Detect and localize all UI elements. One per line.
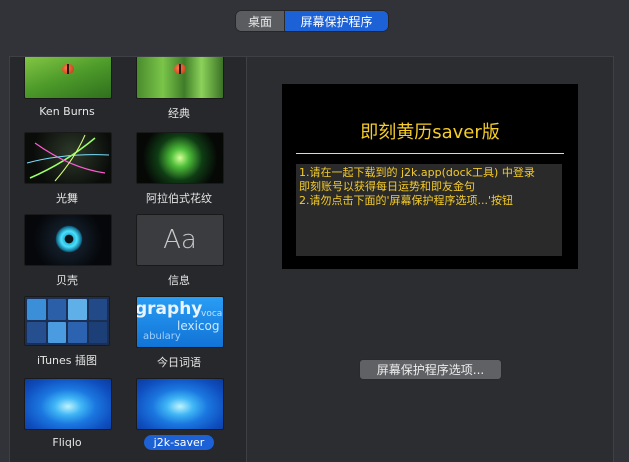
selected-label-pill: j2k-saver: [143, 435, 215, 450]
saver-label: 阿拉伯式花纹: [146, 192, 212, 205]
screensaver-list[interactable]: Ken Burns 经典 光舞 阿拉伯式花纹 贝壳 Aa 信息 iTunes 插…: [10, 57, 247, 462]
screensaver-options-button[interactable]: 屏幕保护程序选项...: [359, 359, 502, 380]
thumb-word: abulary: [143, 331, 181, 342]
tab-segmented-control: 桌面 屏幕保护程序: [236, 11, 388, 31]
thumb-word: lexicog: [177, 319, 220, 333]
preview-line: 1.请在一起下载到的 j2k.app(dock工具) 中登录: [299, 166, 535, 179]
shell-thumbnail: [24, 214, 112, 266]
saver-item-message[interactable]: Aa 信息: [133, 214, 225, 288]
preview-divider: [296, 153, 564, 154]
message-aa-text: Aa: [163, 225, 197, 255]
saver-label: Ken Burns: [39, 105, 95, 118]
ken-burns-thumbnail: [24, 57, 112, 99]
flurry-thumbnail: [24, 132, 112, 184]
preview-line: 即刻账号以获得每日运势和即友金句: [299, 180, 475, 193]
preview-title: 即刻黄历saver版: [360, 122, 500, 143]
saver-label: 今日词语: [157, 356, 201, 369]
fliqlo-thumbnail: [24, 378, 112, 430]
thumb-word: graphy: [136, 299, 203, 319]
classic-thumbnail: [136, 57, 224, 99]
saver-item-ken-burns[interactable]: Ken Burns: [21, 57, 113, 118]
saver-label-selected: j2k-saver: [133, 435, 225, 450]
preview-message-box: 1.请在一起下载到的 j2k.app(dock工具) 中登录 即刻账号以获得每日…: [296, 164, 562, 256]
preview-line: 2.请勿点击下面的'屏幕保护程序选项...'按钮: [299, 194, 514, 207]
saver-item-itunes-artwork[interactable]: iTunes 插图: [21, 296, 113, 368]
j2k-saver-thumbnail: [136, 378, 224, 430]
shell-flower-icon: [53, 223, 85, 255]
tab-desktop[interactable]: 桌面: [236, 11, 285, 31]
screensaver-panel: Ken Burns 经典 光舞 阿拉伯式花纹 贝壳 Aa 信息 iTunes 插…: [9, 56, 614, 462]
arabesque-thumbnail: [136, 132, 224, 184]
saver-label: iTunes 插图: [36, 354, 98, 367]
message-thumbnail: Aa: [136, 214, 224, 266]
saver-label: Fliqlo: [52, 436, 82, 449]
saver-label: 贝壳: [56, 274, 78, 287]
saver-item-flurry[interactable]: 光舞: [21, 132, 113, 206]
saver-item-classic[interactable]: 经典: [133, 57, 225, 121]
ladybug-icon: [62, 64, 74, 74]
thumb-word: voca: [201, 309, 223, 319]
ladybug-icon: [174, 64, 186, 74]
saver-label: 光舞: [56, 192, 78, 205]
itunes-artwork-thumbnail: [24, 296, 110, 346]
screensaver-preview: 即刻黄历saver版 1.请在一起下载到的 j2k.app(dock工具) 中登…: [282, 84, 578, 269]
light-streaks-graphic: [26, 134, 110, 182]
tab-screensaver[interactable]: 屏幕保护程序: [285, 11, 388, 31]
saver-item-fliqlo[interactable]: Fliqlo: [21, 378, 113, 449]
saver-item-word-of-the-day[interactable]: graphy lexicog abulary voca 今日词语: [133, 296, 225, 370]
word-of-the-day-thumbnail: graphy lexicog abulary voca: [136, 296, 224, 348]
saver-label: 信息: [168, 274, 190, 287]
saver-item-arabesque[interactable]: 阿拉伯式花纹: [133, 132, 225, 206]
saver-item-shell[interactable]: 贝壳: [21, 214, 113, 288]
saver-item-j2k-saver[interactable]: j2k-saver: [133, 378, 225, 450]
saver-label: 经典: [168, 107, 190, 120]
